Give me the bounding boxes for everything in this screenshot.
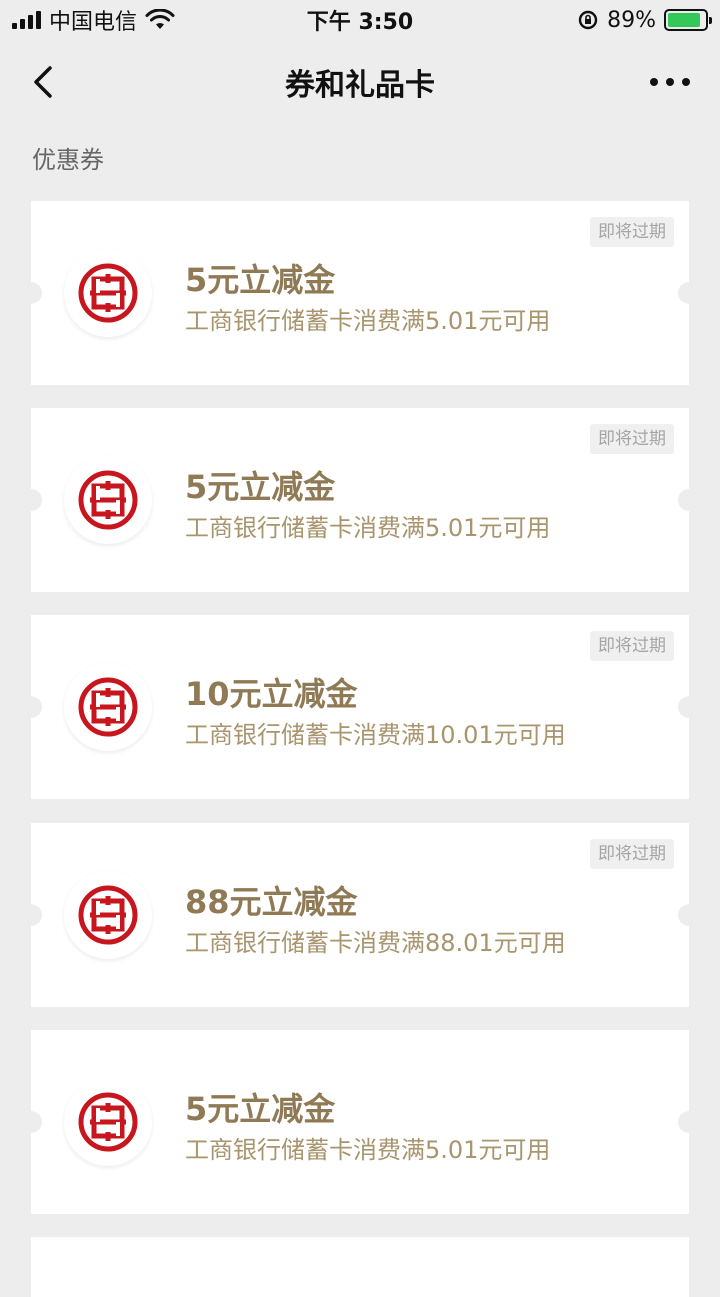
- status-bar: 中国电信 下午 3:50 89%: [0, 0, 720, 40]
- card-notch: [678, 282, 700, 304]
- bank-logo: [64, 1078, 152, 1166]
- coupon-card[interactable]: 5元立减金 工商银行储蓄卡消费满5.01元可用 即将过期: [20, 201, 700, 385]
- bank-logo: [64, 456, 152, 544]
- coupon-title: 10元立减金: [185, 675, 358, 713]
- back-button[interactable]: [24, 62, 64, 102]
- bank-logo: [64, 249, 152, 337]
- carrier-label: 中国电信: [49, 10, 138, 35]
- coupon-card[interactable]: 5元立减金 工商银行储蓄卡消费满5.01元可用: [20, 1030, 700, 1214]
- card-notch: [678, 489, 700, 511]
- battery-icon: [664, 9, 712, 31]
- icbc-logo-icon: [78, 885, 138, 945]
- chevron-left-icon: [34, 66, 52, 98]
- coupon-title: 5元立减金: [185, 468, 336, 506]
- coupon-card[interactable]: [31, 1237, 689, 1297]
- more-button[interactable]: [650, 68, 690, 96]
- icbc-logo-icon: [78, 677, 138, 737]
- coupon-card[interactable]: 10元立减金 工商银行储蓄卡消费满10.01元可用 即将过期: [20, 615, 700, 799]
- battery-percent: 89%: [607, 7, 656, 33]
- coupon-card[interactable]: 88元立减金 工商银行储蓄卡消费满88.01元可用 即将过期: [20, 823, 700, 1007]
- expiring-badge: 即将过期: [590, 631, 674, 661]
- coupon-title: 88元立减金: [185, 883, 358, 921]
- card-notch: [20, 282, 42, 304]
- card-notch: [20, 696, 42, 718]
- expiring-badge: 即将过期: [590, 217, 674, 247]
- bank-logo: [64, 663, 152, 751]
- coupon-description: 工商银行储蓄卡消费满10.01元可用: [185, 721, 566, 749]
- card-notch: [678, 1111, 700, 1133]
- icbc-logo-icon: [78, 263, 138, 323]
- coupon-title: 5元立减金: [185, 261, 336, 299]
- section-title: 优惠券: [32, 146, 104, 174]
- coupon-description: 工商银行储蓄卡消费满5.01元可用: [185, 307, 551, 335]
- expiring-badge: 即将过期: [590, 424, 674, 454]
- wifi-icon: [145, 9, 175, 29]
- coupon-description: 工商银行储蓄卡消费满5.01元可用: [185, 1136, 551, 1164]
- card-notch: [20, 904, 42, 926]
- card-notch: [678, 904, 700, 926]
- expiring-badge: 即将过期: [590, 839, 674, 869]
- coupon-description: 工商银行储蓄卡消费满5.01元可用: [185, 514, 551, 542]
- page-title: 券和礼品卡: [285, 68, 435, 103]
- coupon-description: 工商银行储蓄卡消费满88.01元可用: [185, 929, 566, 957]
- coupon-title: 5元立减金: [185, 1090, 336, 1128]
- card-notch: [678, 696, 700, 718]
- card-notch: [20, 489, 42, 511]
- more-dots-icon: [650, 78, 658, 86]
- coupon-card[interactable]: 5元立减金 工商银行储蓄卡消费满5.01元可用 即将过期: [20, 408, 700, 592]
- orientation-lock-icon: [578, 10, 598, 30]
- icbc-logo-icon: [78, 470, 138, 530]
- bank-logo: [64, 871, 152, 959]
- signal-icon: [12, 11, 41, 29]
- card-notch: [20, 1111, 42, 1133]
- nav-bar: 券和礼品卡: [0, 40, 720, 124]
- icbc-logo-icon: [78, 1092, 138, 1152]
